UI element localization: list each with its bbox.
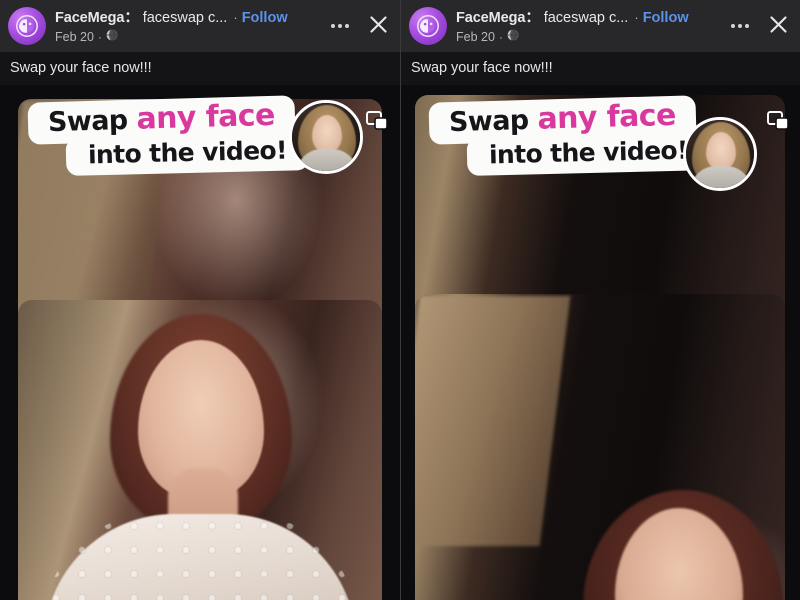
avatar[interactable] xyxy=(409,7,447,45)
close-button[interactable] xyxy=(766,14,790,38)
post-media[interactable]: Swap any face into the video! xyxy=(401,85,800,600)
post-header: FaceMega： faceswap c... · Follow Feb 20 … xyxy=(401,0,800,52)
ellipsis-icon xyxy=(731,24,749,28)
post-header-meta-line: Feb 20 · xyxy=(456,28,720,46)
post-header-title-line: FaceMega： faceswap c... · Follow xyxy=(456,6,720,27)
more-options-button[interactable] xyxy=(328,14,352,38)
after-photo[interactable] xyxy=(415,294,785,600)
close-icon xyxy=(768,14,789,38)
globe-icon xyxy=(507,28,519,46)
face-thumbnail[interactable] xyxy=(683,117,757,191)
after-photo[interactable] xyxy=(18,300,382,600)
page-subtitle: faceswap c... xyxy=(142,10,228,26)
post-header-meta-line: Feb 20 · xyxy=(55,28,320,46)
meta-dot: · xyxy=(498,30,503,44)
face-thumbnail[interactable] xyxy=(289,100,363,174)
follow-button[interactable]: Follow xyxy=(643,10,689,26)
page-name[interactable]: FaceMega： xyxy=(456,6,540,27)
avatar[interactable] xyxy=(8,7,46,45)
screen-root: FaceMega： faceswap c... · Follow Feb 20 … xyxy=(0,0,800,600)
picture-in-picture-icon[interactable] xyxy=(767,111,789,136)
theater-mask-icon xyxy=(416,14,440,38)
post-header-actions xyxy=(720,14,790,38)
meta-dot: · xyxy=(97,30,102,44)
post-header-title-line: FaceMega： faceswap c... · Follow xyxy=(55,6,320,27)
picture-in-picture-icon[interactable] xyxy=(366,111,388,136)
post-timestamp: Feb 20 xyxy=(456,30,495,44)
post-caption: Swap your face now!!! xyxy=(0,52,400,85)
face-thumbnail-face xyxy=(312,115,342,153)
face-thumbnail-face xyxy=(706,132,736,170)
post-panel-left: FaceMega： faceswap c... · Follow Feb 20 … xyxy=(0,0,400,600)
post-timestamp: Feb 20 xyxy=(55,30,94,44)
page-name[interactable]: FaceMega： xyxy=(55,6,139,27)
post-media[interactable]: Swap any face into the video! xyxy=(0,85,400,600)
globe-icon xyxy=(106,28,118,46)
ellipsis-icon xyxy=(331,24,349,28)
close-icon xyxy=(368,14,389,38)
post-panel-right: FaceMega： faceswap c... · Follow Feb 20 … xyxy=(400,0,800,600)
post-header-text: FaceMega： faceswap c... · Follow Feb 20 … xyxy=(456,6,720,46)
separator-dot: · xyxy=(233,10,238,25)
close-button[interactable] xyxy=(366,14,390,38)
more-options-button[interactable] xyxy=(728,14,752,38)
separator-dot: · xyxy=(634,10,639,25)
theater-mask-icon xyxy=(15,14,39,38)
post-header: FaceMega： faceswap c... · Follow Feb 20 … xyxy=(0,0,400,52)
follow-button[interactable]: Follow xyxy=(242,10,288,26)
page-subtitle: faceswap c... xyxy=(543,10,629,26)
post-caption: Swap your face now!!! xyxy=(401,52,800,85)
post-header-text: FaceMega： faceswap c... · Follow Feb 20 … xyxy=(55,6,320,46)
post-header-actions xyxy=(320,14,390,38)
